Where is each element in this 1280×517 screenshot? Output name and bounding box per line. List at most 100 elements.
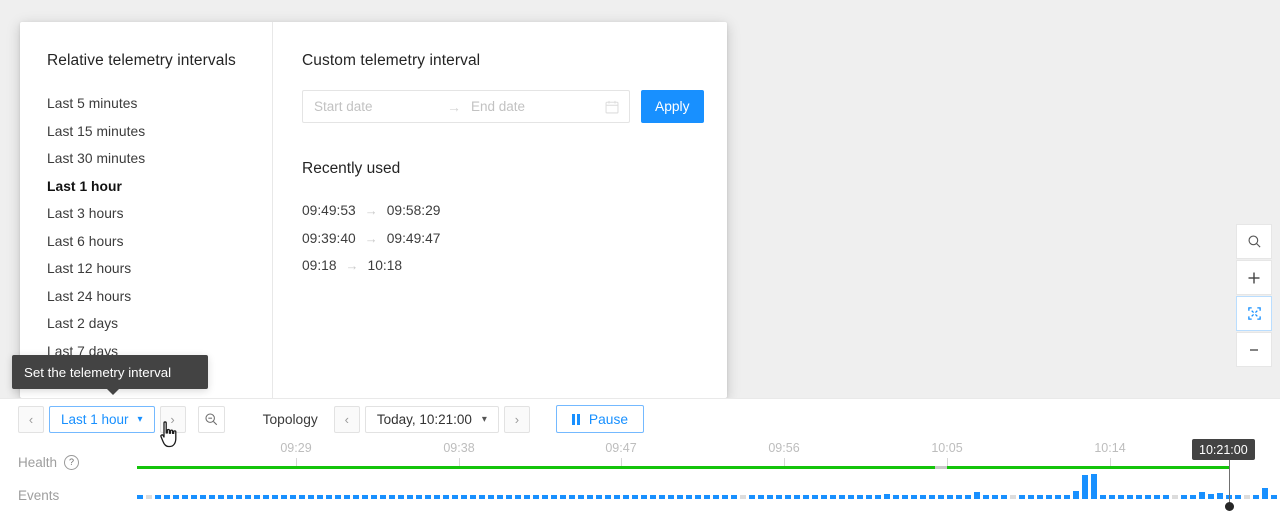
event-bar[interactable] [1109, 495, 1115, 499]
recent-range-item[interactable]: 09:18 → 10:18 [302, 252, 727, 280]
event-bar[interactable] [1271, 495, 1277, 499]
event-bar[interactable] [470, 495, 476, 499]
event-bar[interactable] [911, 495, 917, 499]
interval-prev-button[interactable]: ‹ [18, 406, 44, 433]
event-bar[interactable] [812, 495, 818, 499]
event-bar[interactable] [281, 495, 287, 499]
event-bar[interactable] [1064, 495, 1070, 499]
zoom-in-button[interactable] [1236, 260, 1272, 295]
event-bar[interactable] [587, 495, 593, 499]
event-bar[interactable] [605, 495, 611, 499]
event-bar[interactable] [524, 495, 530, 499]
event-bar[interactable] [137, 495, 143, 499]
event-bar[interactable] [1037, 495, 1043, 499]
event-bar[interactable] [659, 495, 665, 499]
event-bar[interactable] [335, 495, 341, 499]
event-bar[interactable] [983, 495, 989, 499]
event-bar[interactable] [506, 495, 512, 499]
apply-button[interactable]: Apply [641, 90, 704, 123]
event-bar[interactable] [884, 494, 890, 499]
event-bar[interactable] [767, 495, 773, 499]
event-bar[interactable] [326, 495, 332, 499]
event-bar[interactable] [974, 492, 980, 499]
event-bar[interactable] [155, 495, 161, 499]
interval-option-1-hour[interactable]: Last 1 hour [47, 173, 272, 201]
event-bar[interactable] [362, 495, 368, 499]
event-bar[interactable] [272, 495, 278, 499]
event-bar[interactable] [866, 495, 872, 499]
event-bar[interactable] [371, 495, 377, 499]
event-bar[interactable] [182, 495, 188, 499]
event-bar[interactable] [668, 495, 674, 499]
interval-option-15-minutes[interactable]: Last 15 minutes [47, 118, 272, 146]
recent-range-item[interactable]: 09:39:40 → 09:49:47 [302, 225, 727, 253]
event-bar[interactable] [641, 495, 647, 499]
event-bar[interactable] [713, 495, 719, 499]
event-bar[interactable] [965, 495, 971, 499]
event-bar[interactable] [551, 495, 557, 499]
event-bar[interactable] [1163, 495, 1169, 499]
event-bar[interactable] [803, 495, 809, 499]
event-bar[interactable] [443, 495, 449, 499]
event-bar[interactable] [1244, 495, 1250, 499]
interval-option-2-days[interactable]: Last 2 days [47, 310, 272, 338]
interval-option-6-hours[interactable]: Last 6 hours [47, 228, 272, 256]
event-bar[interactable] [578, 495, 584, 499]
zoom-out-button[interactable] [1236, 332, 1272, 367]
event-bar[interactable] [290, 495, 296, 499]
event-bar[interactable] [920, 495, 926, 499]
event-bar[interactable] [992, 495, 998, 499]
event-bar[interactable] [1136, 495, 1142, 499]
event-bar[interactable] [434, 495, 440, 499]
event-bar[interactable] [254, 495, 260, 499]
event-bar[interactable] [902, 495, 908, 499]
event-bar[interactable] [776, 495, 782, 499]
event-bar[interactable] [200, 495, 206, 499]
event-bar[interactable] [938, 495, 944, 499]
event-bar[interactable] [488, 495, 494, 499]
event-bar[interactable] [1199, 492, 1205, 499]
interval-selector-button[interactable]: Last 1 hour ▾ [49, 406, 155, 433]
event-bar[interactable] [794, 495, 800, 499]
event-bar[interactable] [758, 495, 764, 499]
current-time-selector-button[interactable]: Today, 10:21:00 ▾ [365, 406, 499, 433]
timeline-zoom-out-button[interactable] [198, 406, 225, 433]
event-bar[interactable] [533, 495, 539, 499]
event-bar[interactable] [389, 495, 395, 499]
search-button[interactable] [1236, 224, 1272, 259]
event-bar[interactable] [1118, 495, 1124, 499]
event-bar[interactable] [830, 495, 836, 499]
pause-button[interactable]: Pause [556, 405, 644, 433]
event-bar[interactable] [1001, 495, 1007, 499]
event-bar[interactable] [695, 495, 701, 499]
event-bar[interactable] [1172, 495, 1178, 499]
event-bar[interactable] [677, 495, 683, 499]
event-bar[interactable] [146, 495, 152, 499]
event-bar[interactable] [1235, 495, 1241, 499]
interval-next-button[interactable]: › [160, 406, 186, 433]
event-bar[interactable] [209, 495, 215, 499]
event-bar[interactable] [479, 495, 485, 499]
event-bar[interactable] [398, 495, 404, 499]
event-bar[interactable] [1190, 495, 1196, 499]
event-bar[interactable] [740, 495, 746, 499]
event-bar[interactable] [515, 495, 521, 499]
event-bar[interactable] [1127, 495, 1133, 499]
date-range-input[interactable]: Start date → End date [302, 90, 630, 123]
interval-option-12-hours[interactable]: Last 12 hours [47, 255, 272, 283]
event-bar[interactable] [218, 495, 224, 499]
event-bar[interactable] [353, 495, 359, 499]
event-bar[interactable] [425, 495, 431, 499]
event-bar[interactable] [542, 495, 548, 499]
event-bar[interactable] [839, 495, 845, 499]
event-bar[interactable] [461, 495, 467, 499]
time-next-button[interactable]: › [504, 406, 530, 433]
help-icon[interactable]: ? [64, 455, 79, 470]
interval-option-3-hours[interactable]: Last 3 hours [47, 200, 272, 228]
event-bar[interactable] [650, 495, 656, 499]
timeline-cursor-dot[interactable] [1225, 502, 1234, 511]
event-bar[interactable] [857, 495, 863, 499]
event-bar[interactable] [245, 495, 251, 499]
event-bar[interactable] [821, 495, 827, 499]
event-bar[interactable] [263, 495, 269, 499]
